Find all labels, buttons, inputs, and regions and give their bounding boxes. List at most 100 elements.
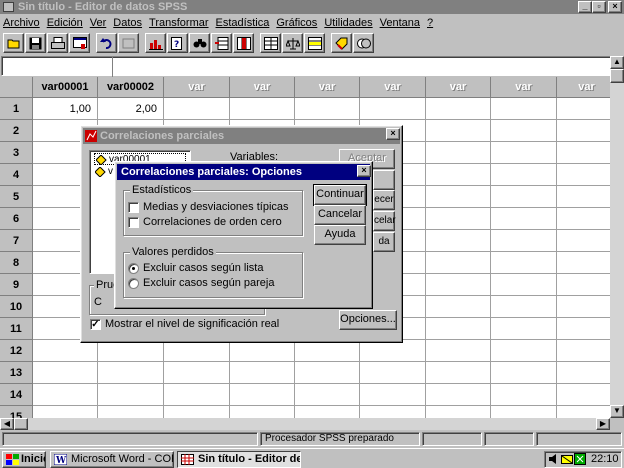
data-cell[interactable] [230, 98, 295, 120]
split-file-icon[interactable] [260, 33, 281, 53]
data-cell[interactable] [491, 252, 557, 274]
task-spss[interactable]: Sin título - Editor de ... [177, 451, 301, 468]
row-header[interactable]: 9 [0, 274, 33, 296]
options-close-icon[interactable]: × [357, 165, 371, 177]
dialog-close-icon[interactable]: × [386, 128, 400, 140]
data-cell[interactable] [98, 362, 164, 384]
print-icon[interactable] [47, 33, 68, 53]
insert-variable-icon[interactable] [233, 33, 254, 53]
row-header[interactable]: 4 [0, 164, 33, 186]
data-cell[interactable] [557, 186, 610, 208]
data-cell[interactable] [33, 406, 98, 418]
data-cell[interactable] [360, 98, 426, 120]
data-cell[interactable] [557, 120, 610, 142]
save-icon[interactable] [25, 33, 46, 53]
data-cell[interactable] [164, 384, 230, 406]
scroll-left-icon[interactable]: ◀ [0, 418, 14, 430]
options-title-bar[interactable]: Correlaciones parciales: Opciones [117, 164, 370, 180]
data-cell[interactable] [426, 208, 491, 230]
value-labels-icon[interactable] [331, 33, 352, 53]
data-cell[interactable] [295, 362, 360, 384]
data-cell[interactable] [295, 340, 360, 362]
use-sets-icon[interactable] [353, 33, 374, 53]
data-cell[interactable] [557, 164, 610, 186]
source-variable-item[interactable]: v [94, 166, 113, 178]
data-cell[interactable] [164, 340, 230, 362]
cell-editor-bar[interactable] [1, 56, 623, 77]
menu-transformar[interactable]: Transformar [149, 17, 209, 29]
zero-order-checkbox[interactable] [128, 217, 139, 228]
goto-chart-icon[interactable] [145, 33, 166, 53]
horizontal-scrollbar[interactable]: ◀ ▶ [0, 418, 610, 430]
column-header-var[interactable]: var [360, 77, 426, 98]
data-cell[interactable] [491, 98, 557, 120]
data-cell[interactable] [491, 186, 557, 208]
reset-button[interactable]: ecer [373, 190, 395, 210]
data-cell[interactable] [491, 296, 557, 318]
dialog-recall-icon[interactable] [69, 33, 90, 53]
weight-cases-icon[interactable] [282, 33, 303, 53]
menu-ver[interactable]: Ver [90, 17, 107, 29]
data-cell[interactable] [557, 98, 610, 120]
data-cell[interactable] [491, 384, 557, 406]
vertical-scroll-thumb[interactable] [610, 69, 624, 83]
data-cell[interactable] [557, 142, 610, 164]
data-cell[interactable] [491, 318, 557, 340]
data-cell[interactable] [230, 406, 295, 418]
menu-ventana[interactable]: Ventana [380, 17, 420, 29]
menu-graficos[interactable]: Gráficos [276, 17, 317, 29]
data-cell[interactable] [426, 186, 491, 208]
data-cell[interactable] [33, 384, 98, 406]
row-header[interactable]: 1 [0, 98, 33, 120]
row-header[interactable]: 10 [0, 296, 33, 318]
menu-datos[interactable]: Datos [113, 17, 142, 29]
column-header-var[interactable]: var [491, 77, 557, 98]
options-help-button[interactable]: Ayuda [314, 225, 366, 245]
network-icon[interactable] [561, 453, 573, 468]
data-cell[interactable] [426, 384, 491, 406]
data-cell[interactable] [426, 296, 491, 318]
data-cell[interactable] [98, 384, 164, 406]
grid-corner[interactable] [0, 77, 33, 98]
data-cell[interactable] [557, 340, 610, 362]
data-cell[interactable] [295, 98, 360, 120]
menu-estadistica[interactable]: Estadística [216, 17, 270, 29]
data-cell[interactable] [491, 164, 557, 186]
find-icon[interactable] [189, 33, 210, 53]
data-cell[interactable] [557, 274, 610, 296]
data-cell[interactable] [164, 98, 230, 120]
data-cell[interactable] [491, 340, 557, 362]
data-cell[interactable] [426, 120, 491, 142]
options-button[interactable]: Opciones... [339, 310, 397, 330]
row-header[interactable]: 2 [0, 120, 33, 142]
show-significance-checkbox[interactable]: ✓ [90, 319, 101, 330]
undo-icon[interactable] [96, 33, 117, 53]
close-button[interactable]: × [608, 1, 622, 13]
data-cell[interactable] [98, 340, 164, 362]
cancel-button[interactable]: celar [373, 211, 396, 231]
paste-button[interactable] [373, 170, 395, 190]
data-cell[interactable] [426, 274, 491, 296]
row-header[interactable]: 7 [0, 230, 33, 252]
menu-utilidades[interactable]: Utilidades [324, 17, 372, 29]
data-cell[interactable] [557, 384, 610, 406]
data-cell[interactable] [557, 208, 610, 230]
data-cell[interactable] [295, 384, 360, 406]
column-header-var[interactable]: var [557, 77, 610, 98]
data-cell[interactable]: 2,00 [98, 98, 164, 120]
data-cell[interactable] [360, 406, 426, 418]
data-cell[interactable] [557, 252, 610, 274]
data-cell[interactable] [426, 252, 491, 274]
exclude-listwise-radio[interactable] [128, 263, 139, 274]
column-header-var00002[interactable]: var00002 [98, 77, 164, 98]
data-cell[interactable] [98, 406, 164, 418]
row-header[interactable]: 12 [0, 340, 33, 362]
data-cell[interactable]: 1,00 [33, 98, 98, 120]
data-cell[interactable] [164, 362, 230, 384]
dialog-title-bar[interactable]: Correlaciones parciales [83, 128, 400, 144]
data-cell[interactable] [426, 340, 491, 362]
column-header-var00001[interactable]: var00001 [33, 77, 98, 98]
help-button[interactable]: da [373, 232, 395, 252]
data-cell[interactable] [33, 340, 98, 362]
means-stddev-checkbox[interactable] [128, 202, 139, 213]
